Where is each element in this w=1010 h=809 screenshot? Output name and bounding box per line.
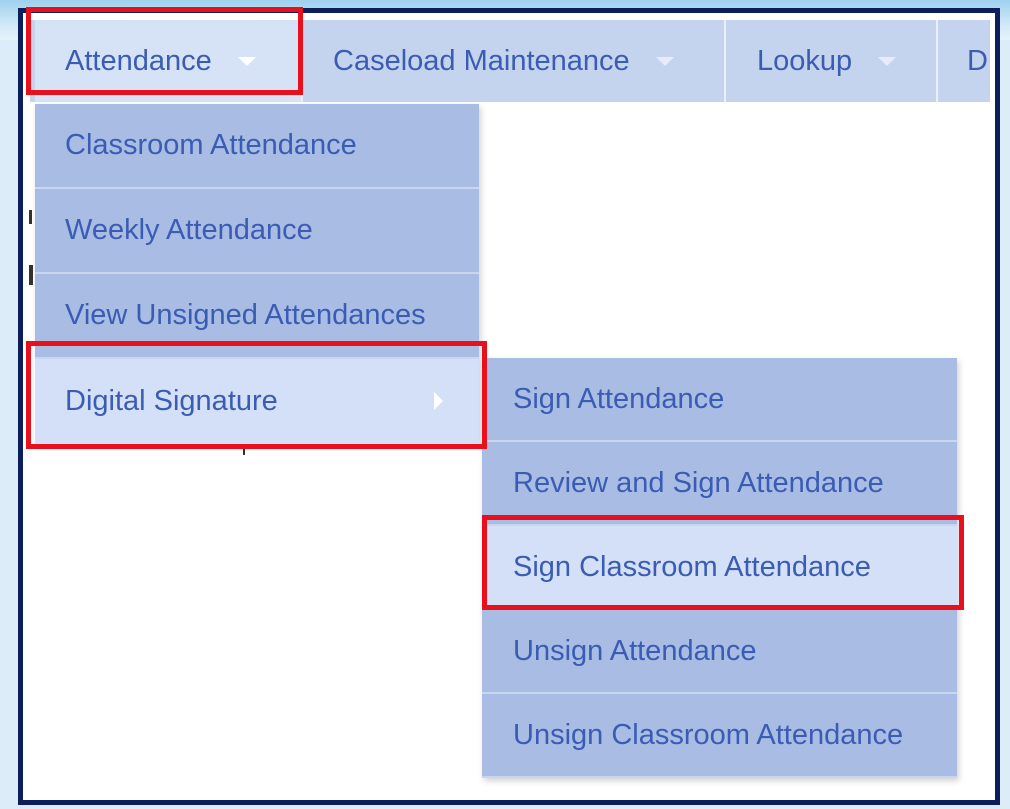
menu-item-unsign-attendance[interactable]: Unsign Attendance (482, 610, 957, 694)
menu-truncated-item[interactable]: D (936, 20, 990, 102)
digital-signature-submenu: Sign Attendance Review and Sign Attendan… (482, 358, 957, 778)
menu-caseload-maintenance[interactable]: Caseload Maintenance (301, 20, 724, 102)
menu-lookup[interactable]: Lookup (724, 20, 936, 102)
menu-lookup-label: Lookup (757, 44, 853, 77)
chevron-down-icon (237, 56, 256, 66)
chevron-right-icon (434, 392, 443, 410)
chevron-down-icon (878, 56, 897, 66)
menu-item-label: Sign Attendance (513, 382, 725, 415)
menu-item-label: Review and Sign Attendance (513, 466, 884, 499)
menu-item-view-unsigned-attendances[interactable]: View Unsigned Attendances (35, 274, 479, 359)
menu-item-label: Unsign Attendance (513, 634, 757, 667)
menu-item-review-and-sign-attendance[interactable]: Review and Sign Attendance (482, 442, 957, 526)
menu-item-weekly-attendance[interactable]: Weekly Attendance (35, 189, 479, 274)
menu-item-label: Classroom Attendance (65, 129, 357, 161)
menu-item-classroom-attendance[interactable]: Classroom Attendance (35, 104, 479, 189)
menu-attendance-label: Attendance (65, 44, 212, 77)
menu-item-label: Unsign Classroom Attendance (513, 718, 904, 751)
menu-caseload-label: Caseload Maintenance (333, 44, 630, 77)
attendance-dropdown-menu: Classroom Attendance Weekly Attendance V… (35, 104, 479, 444)
menu-item-digital-signature[interactable]: Digital Signature (35, 359, 479, 444)
menu-item-label: Sign Classroom Attendance (513, 550, 871, 583)
chevron-down-icon (655, 56, 674, 66)
menu-item-label: Digital Signature (65, 385, 278, 417)
menu-item-label: Weekly Attendance (65, 214, 313, 246)
menu-item-label: View Unsigned Attendances (65, 299, 426, 331)
menu-truncated-label: D (967, 44, 988, 77)
menu-attendance[interactable]: Attendance (35, 20, 301, 102)
menu-item-sign-attendance[interactable]: Sign Attendance (482, 358, 957, 442)
menu-item-sign-classroom-attendance[interactable]: Sign Classroom Attendance (482, 526, 957, 610)
menu-item-unsign-classroom-attendance[interactable]: Unsign Classroom Attendance (482, 694, 957, 778)
